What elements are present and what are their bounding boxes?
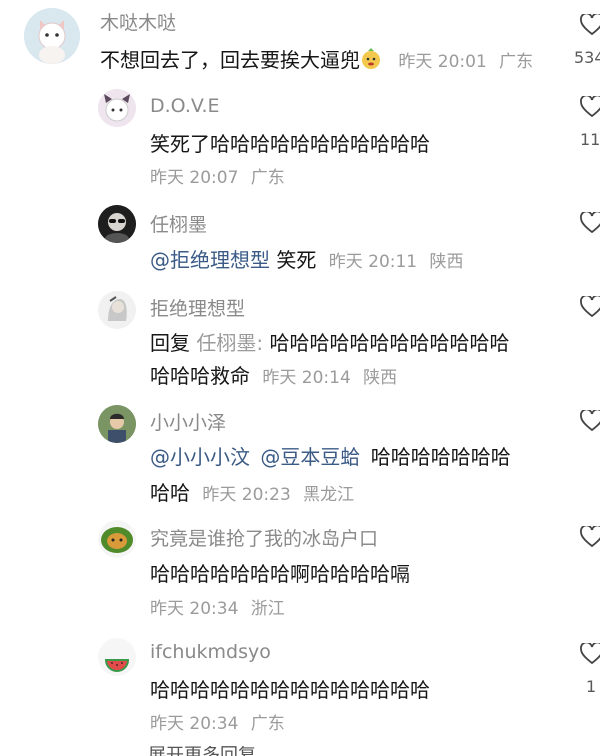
username[interactable]: 究竟是谁抢了我的冰岛户口	[150, 524, 378, 551]
comment-text: @拒绝理想型 笑死 昨天 20:11 陕西	[150, 244, 463, 273]
comment-text-line: 哈哈哈救命 昨天 20:14 陕西	[150, 360, 397, 389]
username[interactable]: ifchukmdsyo	[150, 641, 271, 663]
heart-icon[interactable]	[580, 96, 600, 118]
timestamp: 昨天 20:01	[398, 52, 487, 72]
timestamp: 昨天 20:14	[262, 368, 351, 388]
avatar[interactable]	[24, 8, 80, 64]
avatar[interactable]	[98, 205, 136, 243]
comment-text: 笑死了哈哈哈哈哈哈哈哈哈哈哈	[150, 132, 430, 156]
username[interactable]: 木哒木哒	[100, 8, 176, 35]
username[interactable]: 任栩墨	[150, 210, 207, 237]
comment-text: 不想回去了，回去要挨大逼兜 昨天 20:01 广东	[100, 44, 533, 73]
mention-link[interactable]: @拒绝理想型	[150, 248, 270, 272]
heart-icon[interactable]	[580, 14, 600, 36]
comment-meta: 昨天 20:34 广东	[150, 709, 285, 734]
timestamp: 昨天 20:34	[150, 599, 239, 619]
mention-link[interactable]: @豆本豆蛤	[260, 445, 360, 469]
avatar[interactable]	[98, 638, 136, 676]
comment-body: 笑死	[276, 248, 317, 272]
username[interactable]: 小小小泽	[150, 408, 226, 435]
like-count: 534	[574, 48, 600, 67]
location: 广东	[499, 52, 534, 72]
heart-icon[interactable]	[580, 643, 600, 665]
username[interactable]: D.O.V.E	[150, 95, 220, 117]
heart-icon[interactable]	[580, 296, 600, 318]
timestamp: 昨天 20:34	[150, 714, 239, 734]
timestamp: 昨天 20:07	[150, 168, 239, 188]
heart-icon[interactable]	[580, 526, 600, 548]
comment-body: 哈哈哈哈哈哈哈哈哈哈哈哈	[269, 331, 510, 355]
comment-text: 哈哈哈哈哈哈哈哈哈哈哈哈哈哈	[150, 678, 430, 702]
avatar[interactable]	[98, 291, 136, 329]
mention-link[interactable]: @小小小汶	[150, 445, 250, 469]
username[interactable]: 拒绝理想型	[150, 294, 245, 321]
comment-text-line: 哈哈 昨天 20:23 黑龙江	[150, 477, 354, 506]
timestamp: 昨天 20:23	[202, 485, 291, 505]
expand-more-replies[interactable]: 展开更多回复	[148, 746, 256, 756]
like-count: 1	[586, 677, 597, 696]
location: 陕西	[363, 368, 398, 388]
location: 广东	[250, 714, 285, 734]
avatar[interactable]	[98, 89, 136, 127]
timestamp: 昨天 20:11	[328, 252, 418, 272]
location: 浙江	[250, 599, 285, 619]
heart-icon[interactable]	[580, 212, 600, 234]
like-count: 11	[580, 130, 600, 149]
comment-meta: 昨天 20:34 浙江	[150, 594, 285, 619]
comment-text: 哈哈哈哈哈哈哈啊哈哈哈哈嗝	[150, 562, 410, 586]
avatar[interactable]	[98, 405, 136, 443]
reply-prefix: 回复	[150, 331, 190, 355]
location: 陕西	[429, 252, 464, 272]
comment-text-line: 回复 任栩墨: 哈哈哈哈哈哈哈哈哈哈哈哈	[150, 327, 509, 356]
comment-body: 哈哈哈哈哈哈哈	[370, 445, 511, 469]
comment-meta: 昨天 20:07 广东	[150, 163, 285, 188]
location: 黑龙江	[303, 485, 355, 505]
comment-body: 哈哈	[150, 481, 190, 505]
comment-text-line: @小小小汶 @豆本豆蛤 哈哈哈哈哈哈哈	[150, 441, 511, 470]
reply-target[interactable]: 任栩墨:	[196, 331, 263, 355]
avatar[interactable]	[98, 520, 136, 558]
comment-body: 哈哈哈救命	[150, 364, 250, 388]
heart-icon[interactable]	[580, 410, 600, 432]
location: 广东	[250, 168, 285, 188]
comment-body: 不想回去了，回去要挨大逼兜	[100, 48, 360, 72]
emoji-icon	[360, 48, 382, 70]
